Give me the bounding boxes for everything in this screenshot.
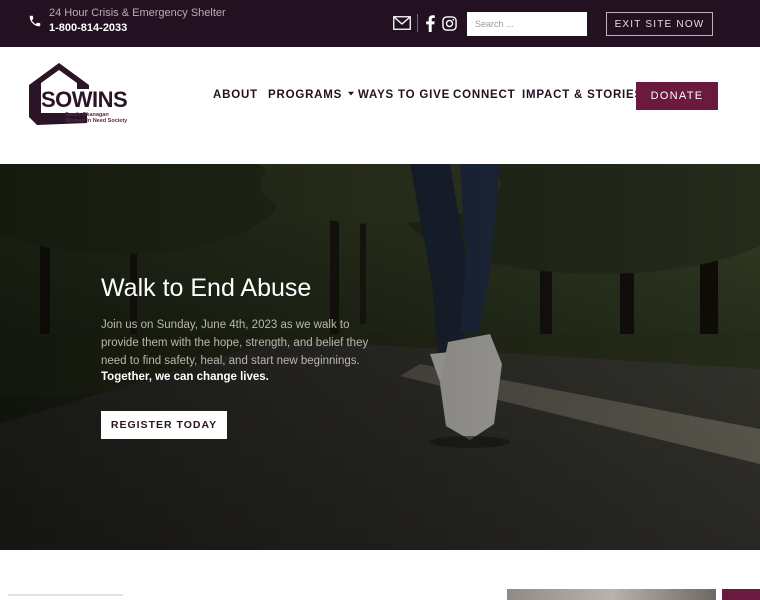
section-divider <box>8 594 123 596</box>
topbar-divider <box>417 14 418 32</box>
nav-about[interactable]: ABOUT <box>213 89 258 101</box>
logo-tagline-2: Women In Need Society <box>65 118 128 124</box>
phone-icon <box>29 15 41 27</box>
hero-banner: Walk to End Abuse Join us on Sunday, Jun… <box>0 164 760 550</box>
chevron-down-icon <box>348 91 355 96</box>
site-header: SOWINS South Okanagan Women In Need Soci… <box>0 47 760 164</box>
search-input[interactable] <box>467 12 587 36</box>
sowins-logo[interactable]: SOWINS South Okanagan Women In Need Soci… <box>27 63 139 127</box>
facebook-icon[interactable] <box>424 15 436 32</box>
instagram-icon[interactable] <box>442 16 457 31</box>
phone-number-link[interactable]: 1-800-814-2033 <box>49 22 127 34</box>
nav-impact-stories[interactable]: IMPACT & STORIES <box>522 89 643 101</box>
donate-button[interactable]: DONATE <box>636 82 718 110</box>
nav-programs[interactable]: PROGRAMS <box>268 89 355 101</box>
exit-site-button[interactable]: EXIT SITE NOW <box>606 12 713 36</box>
hero-tagline: Together, we can change lives. <box>101 371 269 383</box>
section-accent-block <box>722 589 760 600</box>
register-today-button[interactable]: REGISTER TODAY <box>101 411 227 439</box>
hero-description: Join us on Sunday, June 4th, 2023 as we … <box>101 319 369 367</box>
section-photo <box>507 589 716 600</box>
mail-icon[interactable] <box>393 16 411 30</box>
nav-programs-label: PROGRAMS <box>268 89 343 101</box>
hero-title: Walk to End Abuse <box>101 274 312 302</box>
nav-connect[interactable]: CONNECT <box>453 89 515 101</box>
nav-ways-to-give[interactable]: WAYS TO GIVE <box>358 89 450 101</box>
top-bar: 24 Hour Crisis & Emergency Shelter 1-800… <box>0 0 760 47</box>
crisis-line-label: 24 Hour Crisis & Emergency Shelter <box>49 7 226 19</box>
logo-wordmark: SOWINS <box>41 87 128 112</box>
